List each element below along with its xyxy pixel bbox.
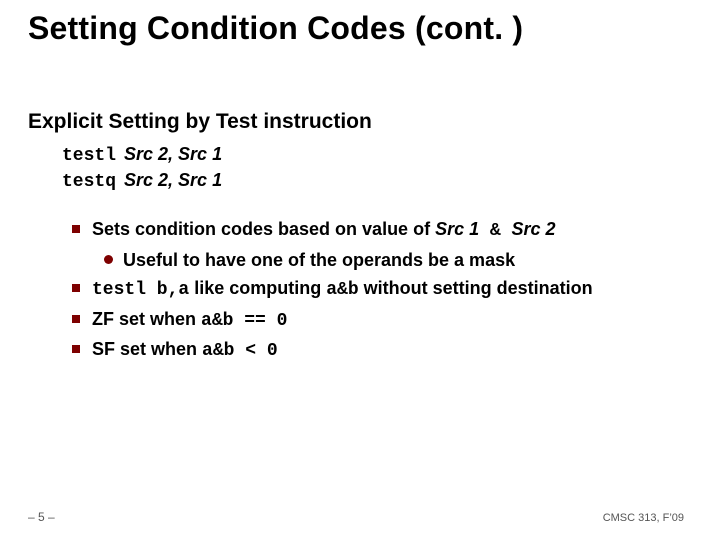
square-bullet-icon [72,315,80,323]
code: a&b == 0 [201,311,287,331]
bullet-item: SF set when a&b < 0 [72,338,680,363]
bullet-list: Sets condition codes based on value of S… [72,218,680,369]
text: ZF set when [92,309,201,329]
square-bullet-icon [72,225,80,233]
bullet-text: SF set when a&b < 0 [92,338,278,363]
sub-bullet-text: Useful to have one of the operands be a … [123,249,515,272]
circle-bullet-icon [104,255,113,264]
text: without setting destination [359,278,593,298]
instruction-row: testl Src 2, Src 1 [62,142,222,168]
slide: Setting Condition Codes (cont. ) Explici… [0,0,720,540]
code: a&b [326,280,358,300]
slide-title: Setting Condition Codes (cont. ) [28,10,523,47]
text: like computing [189,278,326,298]
src1: Src 1 [435,219,479,239]
bullet-item: testl b,a like computing a&b without set… [72,277,680,302]
text: SF set when [92,339,202,359]
code: testl b,a [92,280,189,300]
src2: Src 2 [512,219,556,239]
instruction-row: testq Src 2, Src 1 [62,168,222,194]
bullet-item: ZF set when a&b == 0 [72,308,680,333]
square-bullet-icon [72,345,80,353]
instruction-block: testl Src 2, Src 1 testq Src 2, Src 1 [62,142,222,195]
bullet-text: Sets condition codes based on value of S… [92,218,556,243]
page-number: – 5 – [28,510,55,524]
course-tag: CMSC 313, F’09 [603,512,684,524]
section-heading: Explicit Setting by Test instruction [28,110,372,134]
code: a&b < 0 [202,341,278,361]
mnemonic: testq [62,170,116,194]
bullet-text: testl b,a like computing a&b without set… [92,277,593,302]
mnemonic: testl [62,144,116,168]
text: Sets condition codes based on value of [92,219,435,239]
operands: Src 2, Src 1 [124,142,222,166]
sub-bullet-item: Useful to have one of the operands be a … [104,249,680,272]
operands: Src 2, Src 1 [124,168,222,192]
bullet-item: Sets condition codes based on value of S… [72,218,680,243]
ampersand: & [479,221,511,241]
square-bullet-icon [72,284,80,292]
bullet-text: ZF set when a&b == 0 [92,308,287,333]
